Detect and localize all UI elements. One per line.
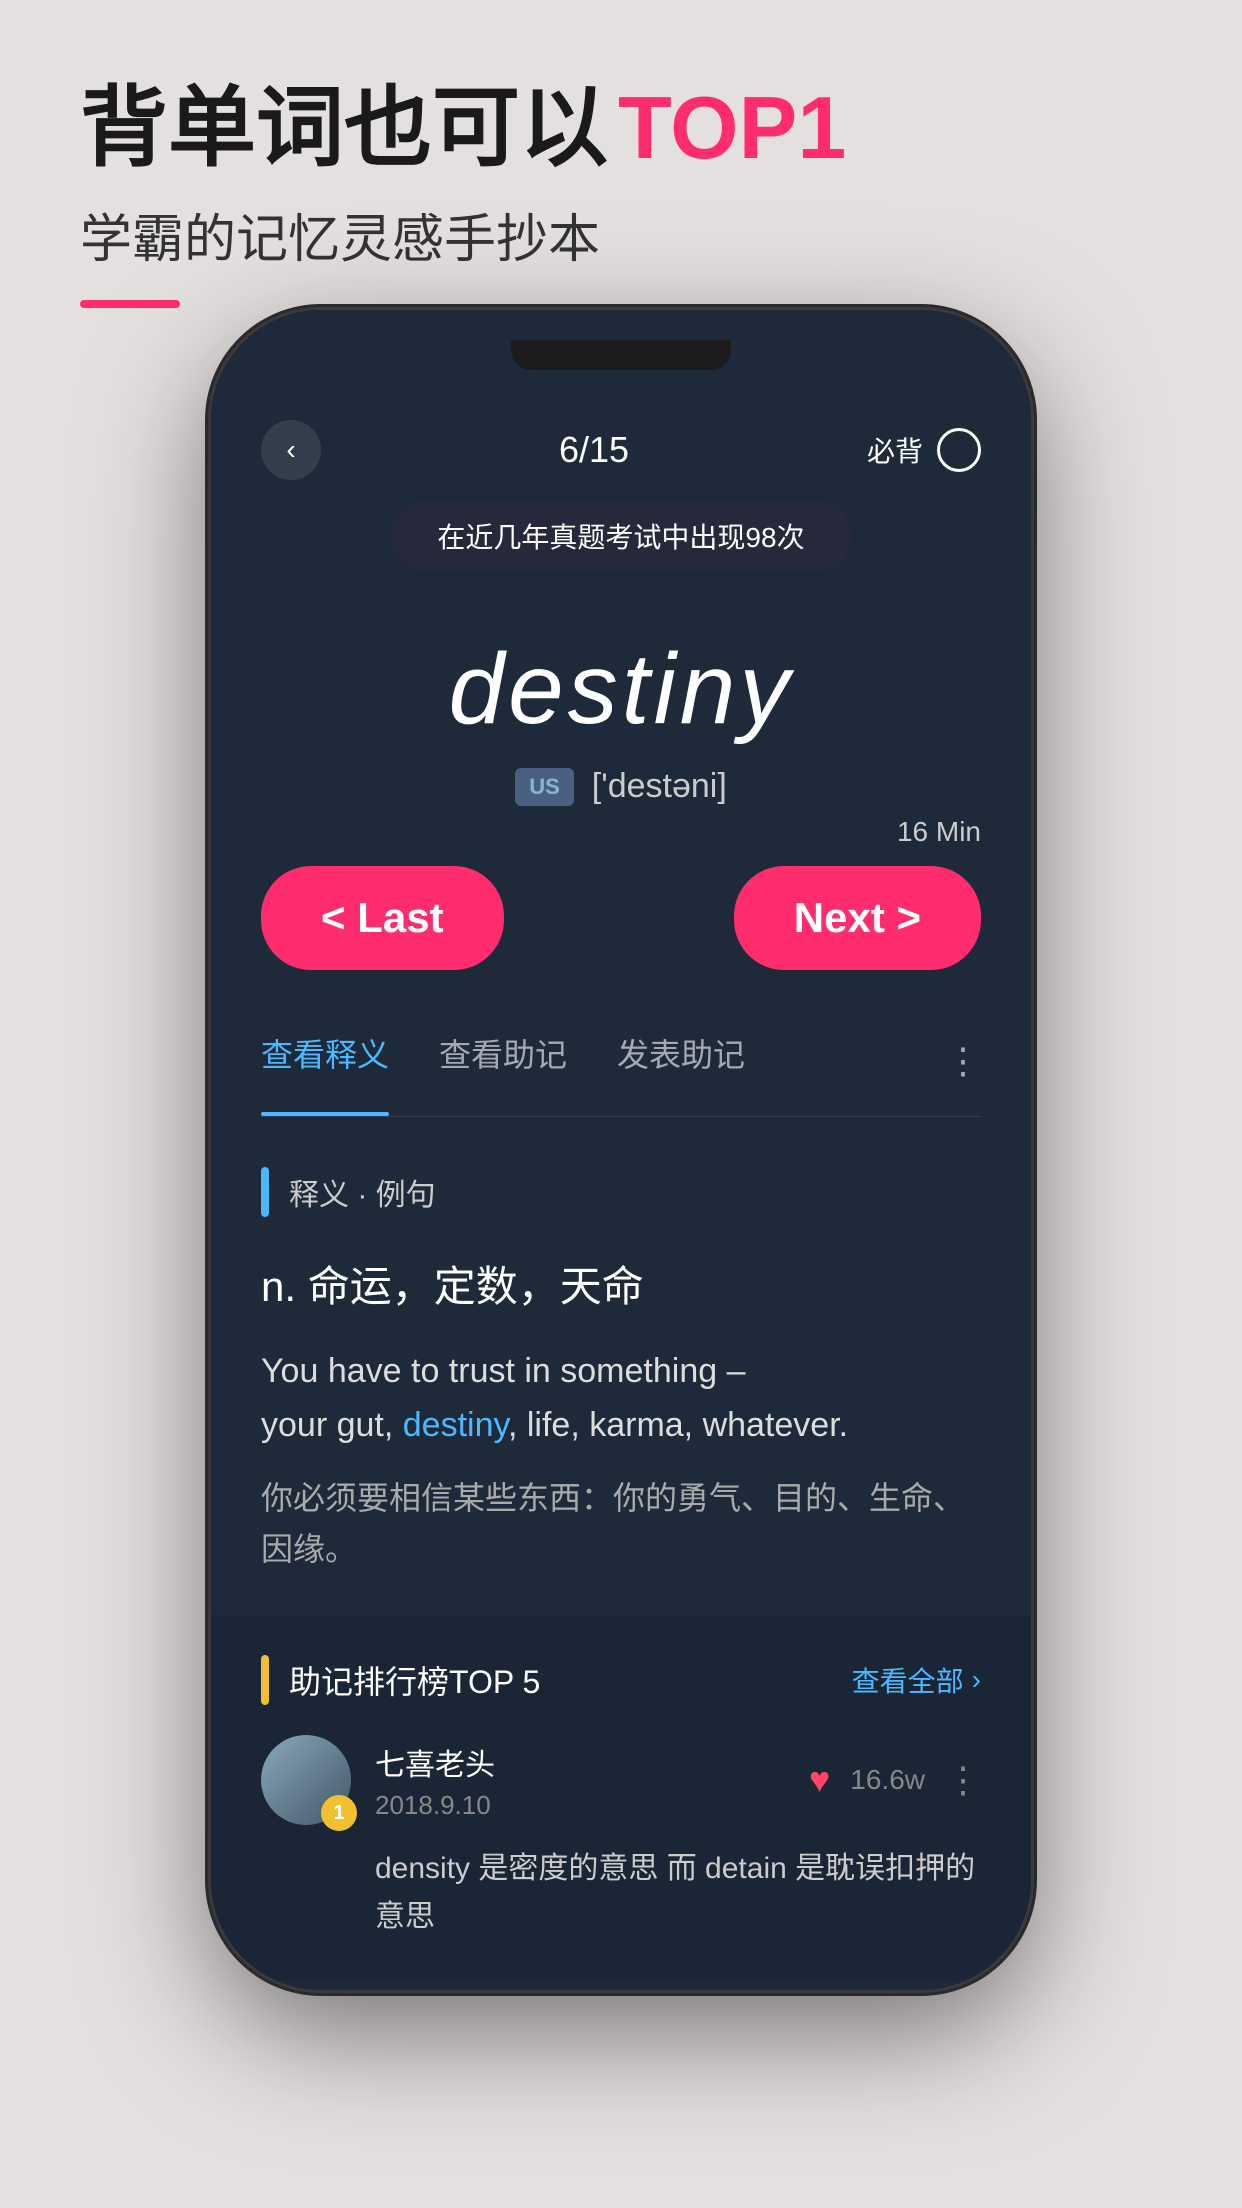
nav-buttons: 16 Min < Last Next >: [261, 866, 981, 970]
screen-content: ‹ 6/15 必背 在近几年真题考试中出现98次 destiny US ['de…: [211, 390, 1031, 1990]
entry-right: ♥ 16.6w ⋮: [809, 1759, 981, 1801]
main-title-highlight: TOP1: [618, 80, 846, 177]
word-section: destiny US ['destəni]: [261, 632, 981, 806]
next-button[interactable]: Next >: [734, 866, 981, 970]
view-all-button[interactable]: 查看全部 ›: [852, 1660, 981, 1700]
phone-wrapper: ‹ 6/15 必背 在近几年真题考试中出现98次 destiny US ['de…: [211, 310, 1031, 2130]
title-underline: [80, 300, 180, 308]
user-name: 七喜老头: [375, 1740, 785, 1784]
section-bar: [261, 1167, 269, 1217]
example-cn: 你必须要相信某些东西：你的勇气、目的、生命、因缘。: [261, 1473, 981, 1575]
user-date: 2018.9.10: [375, 1790, 785, 1821]
word-english: destiny: [261, 632, 981, 747]
word-highlight: destiny: [403, 1406, 508, 1444]
timer-label: 16 Min: [897, 816, 981, 848]
definition-text: n. 命运，定数，天命: [261, 1253, 981, 1314]
back-button[interactable]: ‹: [261, 420, 321, 480]
top-section: 背单词也可以 TOP1 学霸的记忆灵感手抄本: [80, 80, 846, 308]
header-row: ‹ 6/15 必背: [261, 420, 981, 480]
chevron-right-icon: ›: [972, 1664, 981, 1696]
tab-mnemonic-view[interactable]: 查看助记: [439, 1030, 567, 1092]
progress-text: 6/15: [559, 429, 629, 471]
like-count: 16.6w: [850, 1764, 925, 1796]
mnemonic-text: density 是密度的意思 而 detain 是耽误扣押的意思: [375, 1845, 981, 1941]
must-memorize-row: 必背: [867, 428, 981, 472]
definition-section: 释义 · 例句 n. 命运，定数，天命 You have to trust in…: [261, 1167, 981, 1575]
ranking-section: 助记排行榜TOP 5 查看全部 › 1: [211, 1615, 1031, 1981]
ranking-title: 助记排行榜TOP 5: [289, 1657, 540, 1703]
avatar-wrapper: 1: [261, 1735, 351, 1825]
tab-more-icon[interactable]: ⋮: [945, 1040, 981, 1082]
section-label: 释义 · 例句: [261, 1167, 981, 1217]
ranking-title-row: 助记排行榜TOP 5: [261, 1655, 540, 1705]
tab-mnemonic-post[interactable]: 发表助记: [617, 1030, 745, 1092]
tab-bar: 查看释义 查看助记 发表助记 ⋮: [261, 1030, 981, 1117]
heart-icon[interactable]: ♥: [809, 1759, 830, 1801]
rank-badge: 1: [321, 1795, 357, 1831]
more-options-icon[interactable]: ⋮: [945, 1759, 981, 1801]
example-en: You have to trust in something – your gu…: [261, 1344, 981, 1453]
circle-icon[interactable]: [937, 428, 981, 472]
yellow-bar: [261, 1655, 269, 1705]
must-memorize-label: 必背: [867, 430, 923, 470]
user-info: 七喜老头 2018.9.10: [375, 1740, 785, 1821]
phone-notch: [511, 340, 731, 370]
main-title-text: 背单词也可以: [80, 80, 608, 177]
us-badge: US: [515, 768, 574, 806]
tab-definition[interactable]: 查看释义: [261, 1030, 389, 1092]
ranking-header: 助记排行榜TOP 5 查看全部 ›: [261, 1655, 981, 1705]
tooltip-bar: 在近几年真题考试中出现98次: [391, 500, 851, 572]
phone-screen: ‹ 6/15 必背 在近几年真题考试中出现98次 destiny US ['de…: [211, 310, 1031, 1990]
sub-title: 学霸的记忆灵感手抄本: [80, 197, 846, 272]
phone-shell: ‹ 6/15 必背 在近几年真题考试中出现98次 destiny US ['de…: [211, 310, 1031, 1990]
phonetic-text: ['destəni]: [592, 767, 727, 806]
section-label-text: 释义 · 例句: [289, 1170, 436, 1214]
main-title: 背单词也可以 TOP1: [80, 80, 846, 177]
word-phonetic-row: US ['destəni]: [261, 767, 981, 806]
user-entry: 1 七喜老头 2018.9.10 ♥ 16.6w ⋮: [261, 1735, 981, 1825]
last-button[interactable]: < Last: [261, 866, 504, 970]
